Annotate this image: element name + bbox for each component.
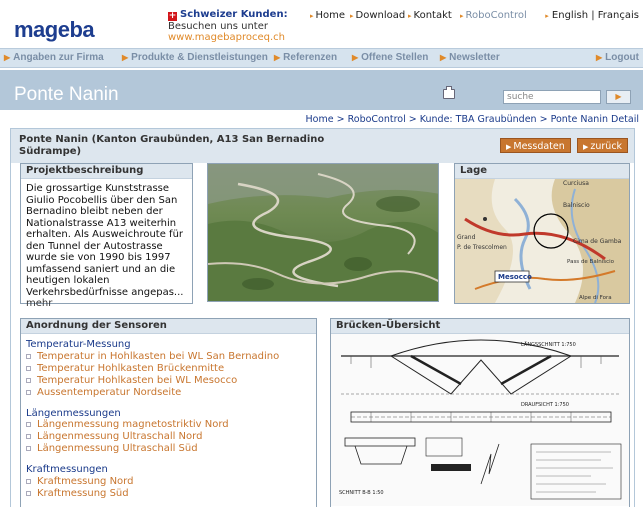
- triangle-right-icon: ▸: [460, 12, 464, 20]
- sensor-link[interactable]: Temperatur Hohlkasten Brückenmitte: [26, 363, 311, 375]
- logout-link[interactable]: ▶ Logout: [596, 52, 639, 63]
- map-label-grand: Grand: [457, 234, 476, 241]
- drawing-label-schnitt: SCHNITT B-B 1:50: [339, 490, 384, 496]
- sensor-link[interactable]: Kraftmessung Süd: [26, 488, 311, 500]
- location-heading: Lage: [455, 164, 629, 179]
- bullet-icon: [26, 490, 31, 496]
- search-input[interactable]: suche: [503, 90, 601, 104]
- map-label-mesocco: Mesocco: [498, 273, 532, 281]
- search-button[interactable]: ▶: [606, 90, 631, 104]
- sensor-link[interactable]: Längenmessung Ultraschall Nord: [26, 431, 311, 443]
- map-label-balniscio: Balniscio: [563, 202, 590, 209]
- nav-item-produkte[interactable]: ▶ Produkte & Dienstleistungen: [122, 52, 268, 63]
- top-link-download[interactable]: ▸ Download: [350, 10, 405, 21]
- swiss-flag-icon: +: [168, 11, 177, 21]
- triangle-right-icon: ▶: [122, 53, 129, 62]
- bullet-icon: [26, 422, 31, 427]
- drawing-label-draufsicht: DRAUFSICHT 1:750: [521, 402, 569, 408]
- sensors-panel: Anordnung der Sensoren Temperatur-Messun…: [20, 318, 317, 507]
- messdaten-button[interactable]: ▶ Messdaten: [500, 138, 571, 153]
- nav-item-newsletter[interactable]: ▶ Newsletter: [440, 52, 500, 63]
- lang-english-link[interactable]: English: [552, 10, 588, 21]
- sensor-group-laengen: Längenmessungen: [26, 407, 121, 419]
- triangle-right-icon: ▸: [408, 12, 412, 20]
- triangle-right-icon: ▸: [310, 12, 314, 20]
- bullet-icon: [26, 446, 31, 451]
- aerial-photo-image: [208, 164, 438, 301]
- bridge-overview-heading: Brücken-Übersicht: [331, 319, 629, 334]
- swiss-customers-box: + Schweizer Kunden: Besuchen uns unter ww…: [168, 9, 308, 43]
- lang-french-link[interactable]: Français: [598, 10, 639, 21]
- bullet-icon: [26, 478, 31, 484]
- map-label-pass-balniscio: Pass de Balniscio: [567, 259, 615, 265]
- nav-item-firma[interactable]: ▶ Angaben zur Firma: [4, 52, 104, 63]
- triangle-right-icon: ▶: [440, 53, 447, 62]
- bridge-drawing[interactable]: LÄNGSSCHNITT 1:750 DRAUFSICHT 1:750 SCHN…: [331, 334, 629, 506]
- sensor-link[interactable]: Temperatur Hohlkasten bei WL Mesocco: [26, 375, 311, 387]
- sensor-link[interactable]: Aussentemperatur Nordseite: [26, 387, 311, 399]
- top-link-kontakt[interactable]: ▸ Kontakt: [408, 10, 452, 21]
- triangle-right-icon: ▶: [4, 53, 11, 62]
- zurueck-button[interactable]: ▶ zurück: [577, 138, 629, 153]
- triangle-right-icon: ▶: [615, 92, 622, 101]
- sensor-link[interactable]: Temperatur in Hohlkasten bei WL San Bern…: [26, 351, 311, 363]
- bullet-icon: [26, 434, 31, 439]
- sensor-link[interactable]: Kraftmessung Nord: [26, 476, 311, 488]
- top-link-home[interactable]: ▸ Home: [310, 10, 345, 21]
- bullet-icon: [26, 377, 31, 383]
- card-title: Ponte Nanin (Kanton Graubünden, A13 San …: [19, 134, 325, 157]
- main-nav: ▶ Angaben zur Firma ▶ Produkte & Dienstlei…: [0, 48, 643, 68]
- lang-separator: |: [591, 10, 595, 21]
- map-label-trescolmen: P. de Trescolmen: [457, 244, 507, 251]
- triangle-right-icon: ▶: [352, 53, 359, 62]
- swiss-customers-sub: Besuchen uns unter: [168, 21, 268, 32]
- bridge-aerial-photo: [207, 163, 439, 302]
- bullet-icon: [26, 389, 31, 395]
- print-icon[interactable]: [443, 86, 455, 99]
- top-link-robocontrol[interactable]: ▸ RoboControl: [460, 10, 527, 21]
- project-description-heading: Projektbeschreibung: [21, 164, 192, 179]
- bullet-icon: [26, 353, 31, 359]
- map-label-alpe-di-fora: Alpe di Fora: [579, 295, 612, 301]
- sensors-heading: Anordnung der Sensoren: [21, 319, 316, 334]
- triangle-right-icon: ▸: [350, 12, 354, 20]
- nav-item-stellen[interactable]: ▶ Offene Stellen: [352, 52, 428, 63]
- project-description-panel: Projektbeschreibung Die grossartige Kuns…: [20, 163, 193, 309]
- triangle-right-icon: ▶: [274, 53, 281, 62]
- map-label-cima-gamba: Cima de Gamba: [573, 238, 622, 245]
- triangle-right-icon: ▶: [583, 143, 589, 151]
- triangle-right-icon: ▶: [595, 53, 603, 62]
- bridge-overview-panel: Brücken-Übersicht LÄNGSSCHNITT 1:750 DRA…: [330, 318, 630, 507]
- breadcrumb[interactable]: Home > RoboControl > Kunde: TBA Graubünd…: [306, 114, 639, 125]
- nav-item-referenzen[interactable]: ▶ Referenzen: [274, 52, 337, 63]
- project-description-body: Die grossartige Kunststrasse Giulio Poco…: [21, 179, 192, 314]
- sensors-list: Temperatur-Messung Temperatur in Hohlkas…: [21, 334, 316, 504]
- page-title: Ponte Nanin: [14, 84, 119, 105]
- swiss-customers-title: Schweizer Kunden:: [180, 9, 288, 20]
- location-map[interactable]: Mesocco Curciusa Balniscio Grand P. de T…: [455, 179, 629, 303]
- swiss-customers-link[interactable]: www.magebaproceq.ch: [168, 32, 308, 43]
- map-label-curciusa: Curciusa: [563, 180, 589, 187]
- sensor-group-kraft: Kraftmessungen: [26, 464, 108, 475]
- mageba-logo[interactable]: mageba: [14, 17, 95, 43]
- sensor-link[interactable]: Längenmessung magnetostriktiv Nord: [26, 419, 311, 431]
- triangle-right-icon: ▶: [506, 143, 512, 151]
- bullet-icon: [26, 365, 31, 371]
- triangle-right-icon: ▸: [545, 12, 549, 20]
- sensor-link[interactable]: Längenmessung Ultraschall Süd: [26, 443, 311, 455]
- project-description-text: Die grossartige Kunststrasse Giulio Poco…: [26, 183, 184, 298]
- location-panel: Lage Mesocco Curciusa Balniscio Grand P.…: [454, 163, 630, 304]
- sensor-group-temperatur: Temperatur-Messung: [26, 339, 131, 350]
- more-link[interactable]: mehr: [26, 298, 52, 309]
- language-switch: ▸ English | Français: [545, 10, 639, 21]
